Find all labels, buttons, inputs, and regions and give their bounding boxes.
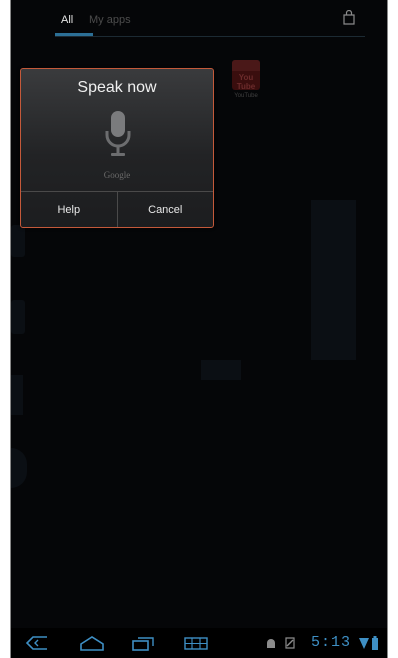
youtube-icon-text: You Tube bbox=[236, 73, 256, 91]
microphone-icon[interactable] bbox=[104, 109, 132, 165]
app-icon-placeholder bbox=[11, 375, 23, 415]
cancel-button[interactable]: Cancel bbox=[116, 192, 214, 227]
app-icon-placeholder bbox=[11, 225, 25, 257]
tab-all[interactable]: All bbox=[61, 14, 73, 26]
screenshot-icon[interactable] bbox=[183, 635, 209, 651]
home-icon[interactable] bbox=[79, 635, 105, 651]
tab-my-apps[interactable]: My apps bbox=[89, 14, 131, 26]
dialog-title: Speak now bbox=[77, 79, 157, 96]
market-icon[interactable] bbox=[341, 10, 357, 26]
wifi-icon bbox=[359, 638, 369, 649]
app-icon-placeholder bbox=[311, 200, 356, 360]
youtube-icon: You Tube bbox=[232, 60, 260, 91]
tabbar-divider bbox=[55, 36, 365, 37]
dialog-button-bar: Help Cancel bbox=[21, 191, 213, 227]
battery-icon bbox=[372, 636, 378, 650]
app-drawer-tabbar: All My apps bbox=[11, 0, 387, 44]
app-youtube[interactable]: You Tube YouTube bbox=[229, 60, 263, 110]
usb-icon bbox=[285, 637, 295, 649]
app-icon-placeholder bbox=[11, 300, 25, 334]
android-icon bbox=[267, 639, 275, 648]
app-icon-placeholder bbox=[11, 448, 27, 488]
help-button[interactable]: Help bbox=[21, 192, 117, 227]
clock: 5:13 bbox=[311, 634, 352, 651]
app-icon-placeholder bbox=[201, 360, 241, 380]
app-label: YouTube bbox=[234, 93, 258, 99]
voice-search-dialog: Speak now Google Help Cancel bbox=[20, 68, 214, 228]
launcher-screen: All My apps You Tube YouTube Speak now G… bbox=[10, 0, 388, 658]
back-icon[interactable] bbox=[25, 635, 49, 651]
system-bar: 5:13 bbox=[11, 628, 387, 658]
recent-apps-icon[interactable] bbox=[131, 635, 155, 651]
google-brand: Google bbox=[103, 170, 131, 180]
